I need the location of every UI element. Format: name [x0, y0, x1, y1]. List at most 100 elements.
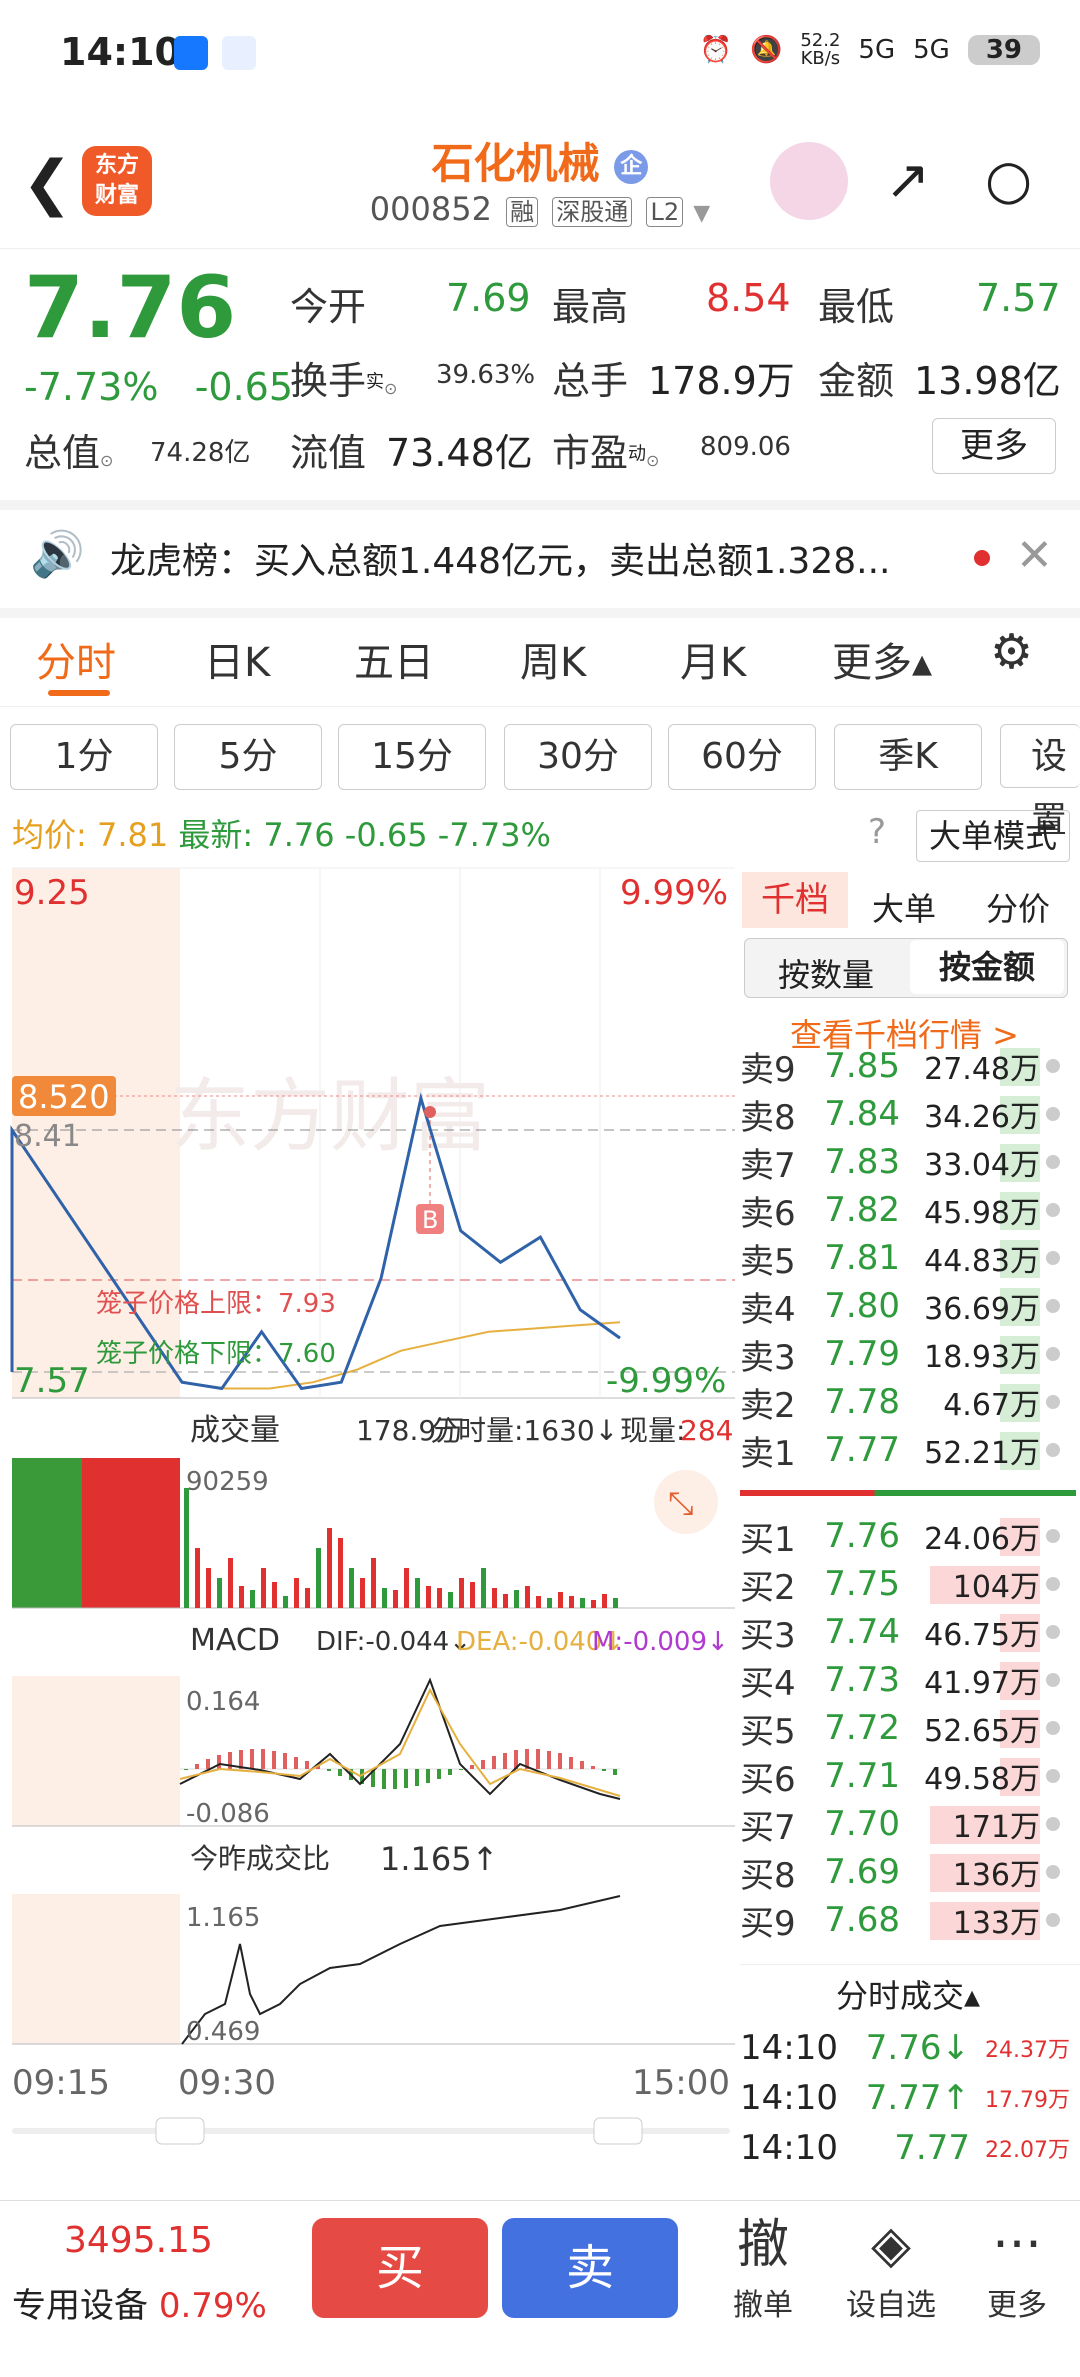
tab-price-dist[interactable]: 分价: [986, 884, 1050, 930]
volume-bar: [360, 1578, 365, 1608]
tab-5day[interactable]: 五日: [354, 630, 434, 688]
volume-bar: [382, 1588, 387, 1608]
tab-more[interactable]: 更多▴: [832, 630, 932, 688]
buy-row[interactable]: 买6 7.71 49.58万: [740, 1752, 1070, 1800]
more-menu-button[interactable]: ··· 更多: [962, 2210, 1072, 2324]
sell-row[interactable]: 卖5 7.81 44.83万: [740, 1234, 1070, 1282]
notice-bar[interactable]: 🔊 龙虎榜：买入总额1.448亿元，卖出总额1.328... ✕: [0, 500, 1080, 618]
chip-5min[interactable]: 5分: [174, 724, 322, 790]
chip-15min[interactable]: 15分: [338, 724, 486, 790]
float-label: 流值: [290, 431, 367, 475]
buy-marker-label: B: [422, 1206, 438, 1234]
ratio-bottom-label: 0.469: [186, 2017, 260, 2047]
change-abs: -0.65: [194, 365, 294, 409]
volume-bar: [195, 1548, 200, 1608]
share-icon[interactable]: ↗: [885, 148, 930, 211]
buy-row[interactable]: 买5 7.72 52.65万: [740, 1704, 1070, 1752]
top-price-label: 9.25: [14, 873, 90, 913]
index-value[interactable]: 3495.15: [64, 2220, 213, 2261]
sector-row[interactable]: 专用设备 0.79%: [12, 2278, 267, 2327]
low-value: 7.57: [976, 276, 1061, 320]
chip-60min[interactable]: 60分: [668, 724, 816, 790]
more-button[interactable]: 更多: [932, 418, 1056, 474]
sell-button[interactable]: 卖: [502, 2218, 678, 2318]
stock-code: 000852: [369, 190, 492, 228]
macd-bar: [393, 1769, 397, 1789]
trade-volume: 22.07万: [985, 2138, 1070, 2163]
range-handle-left[interactable]: [155, 2117, 205, 2145]
high-marker: [424, 1106, 436, 1118]
sell-row[interactable]: 卖8 7.84 34.26万: [740, 1090, 1070, 1138]
search-icon[interactable]: ○: [985, 148, 1032, 211]
clock: 14:10: [60, 30, 181, 74]
ratio-label[interactable]: 今昨成交比: [190, 1842, 330, 1875]
range-handle-right[interactable]: [593, 2117, 643, 2145]
tab-daily[interactable]: 日K: [204, 630, 270, 688]
buy-row[interactable]: 买7 7.70 171万: [740, 1800, 1070, 1848]
chip-quarter[interactable]: 季K: [834, 724, 982, 790]
sub-tab-amount[interactable]: 按金额: [910, 940, 1064, 994]
chip-settings[interactable]: 设置: [1000, 724, 1080, 841]
sub-tab-quantity[interactable]: 按数量: [778, 950, 874, 996]
add-watchlist-button[interactable]: ◈ 设自选: [836, 2210, 946, 2324]
intraday-chart[interactable]: 东方财富 B 9.25 9.99% 8.520 8.41 笼子价格上限：7.93…: [0, 864, 735, 2154]
expand-glyph: ⤡: [668, 1484, 694, 1522]
volume-label[interactable]: 成交量: [190, 1413, 280, 1448]
cancel-order-button[interactable]: 撤撤单: [708, 2210, 818, 2324]
sell-row[interactable]: 卖9 7.85 27.48万: [740, 1042, 1070, 1090]
level-volume: 33.04万: [924, 1148, 1040, 1183]
level-label: 卖8: [740, 1097, 796, 1138]
big-order-mode-button[interactable]: 大单模式: [916, 810, 1070, 862]
macd-label[interactable]: MACD: [190, 1623, 280, 1658]
sell-row[interactable]: 卖6 7.82 45.98万: [740, 1186, 1070, 1234]
level-price: 7.80: [824, 1286, 900, 1326]
buy-row[interactable]: 买9 7.68 133万: [740, 1896, 1070, 1944]
trades-title[interactable]: 分时成交▴: [836, 1971, 980, 2017]
macd-bar: [338, 1769, 342, 1776]
close-icon[interactable]: ✕: [1016, 530, 1053, 581]
info-icon[interactable]: ⊙: [100, 451, 113, 470]
tab-weekly[interactable]: 周K: [520, 630, 586, 688]
chip-30min[interactable]: 30分: [504, 724, 652, 790]
chip-1min[interactable]: 1分: [10, 724, 158, 790]
level-price: 7.69: [824, 1852, 900, 1892]
sell-row[interactable]: 卖2 7.78 4.67万: [740, 1378, 1070, 1426]
trade-time: 14:10: [740, 2128, 838, 2168]
tab-intraday[interactable]: 分时: [36, 630, 116, 688]
level-label: 卖5: [740, 1241, 796, 1282]
macd-bar: [327, 1769, 331, 1771]
tab-monthly[interactable]: 月K: [680, 630, 746, 688]
buy-row[interactable]: 买4 7.73 41.97万: [740, 1656, 1070, 1704]
tab-big-order[interactable]: 大单: [872, 884, 936, 930]
level-price: 7.76: [824, 1516, 900, 1556]
app-icon: [222, 36, 256, 70]
level-price: 7.79: [824, 1334, 900, 1374]
high-value: 8.54: [706, 276, 791, 320]
sell-row[interactable]: 卖1 7.77 52.21万: [740, 1426, 1070, 1474]
macd-bar: [382, 1769, 386, 1789]
buy-row[interactable]: 买8 7.69 136万: [740, 1848, 1070, 1896]
info-icon[interactable]: ⊙: [384, 379, 397, 398]
info-icon[interactable]: ⊙: [646, 451, 659, 470]
watermark: 东方财富: [170, 1072, 490, 1161]
buy-button[interactable]: 买: [312, 2218, 488, 2318]
buy-row[interactable]: 买1 7.76 24.06万: [740, 1512, 1070, 1560]
sell-row[interactable]: 卖3 7.79 18.93万: [740, 1330, 1070, 1378]
alipay-icon: [174, 36, 208, 70]
sell-row[interactable]: 卖4 7.80 36.69万: [740, 1282, 1070, 1330]
tab-depth[interactable]: 千档: [742, 872, 848, 928]
help-icon[interactable]: ?: [868, 812, 886, 852]
sell-row[interactable]: 卖7 7.83 33.04万: [740, 1138, 1070, 1186]
macd-bar: [481, 1760, 485, 1769]
volume-bar: [217, 1578, 222, 1608]
buy-row[interactable]: 买3 7.74 46.75万: [740, 1608, 1070, 1656]
level-price: 7.72: [824, 1708, 900, 1748]
robot-avatar-icon[interactable]: [770, 142, 848, 220]
signal-icon: 5G: [858, 35, 896, 65]
dropdown-icon[interactable]: ▼: [693, 201, 710, 226]
gear-icon[interactable]: ⚙: [990, 624, 1033, 680]
avg-value: 7.81: [96, 816, 169, 854]
buy-row[interactable]: 买2 7.75 104万: [740, 1560, 1070, 1608]
open-label: 今开: [290, 285, 367, 329]
macd-bar: [415, 1769, 419, 1786]
